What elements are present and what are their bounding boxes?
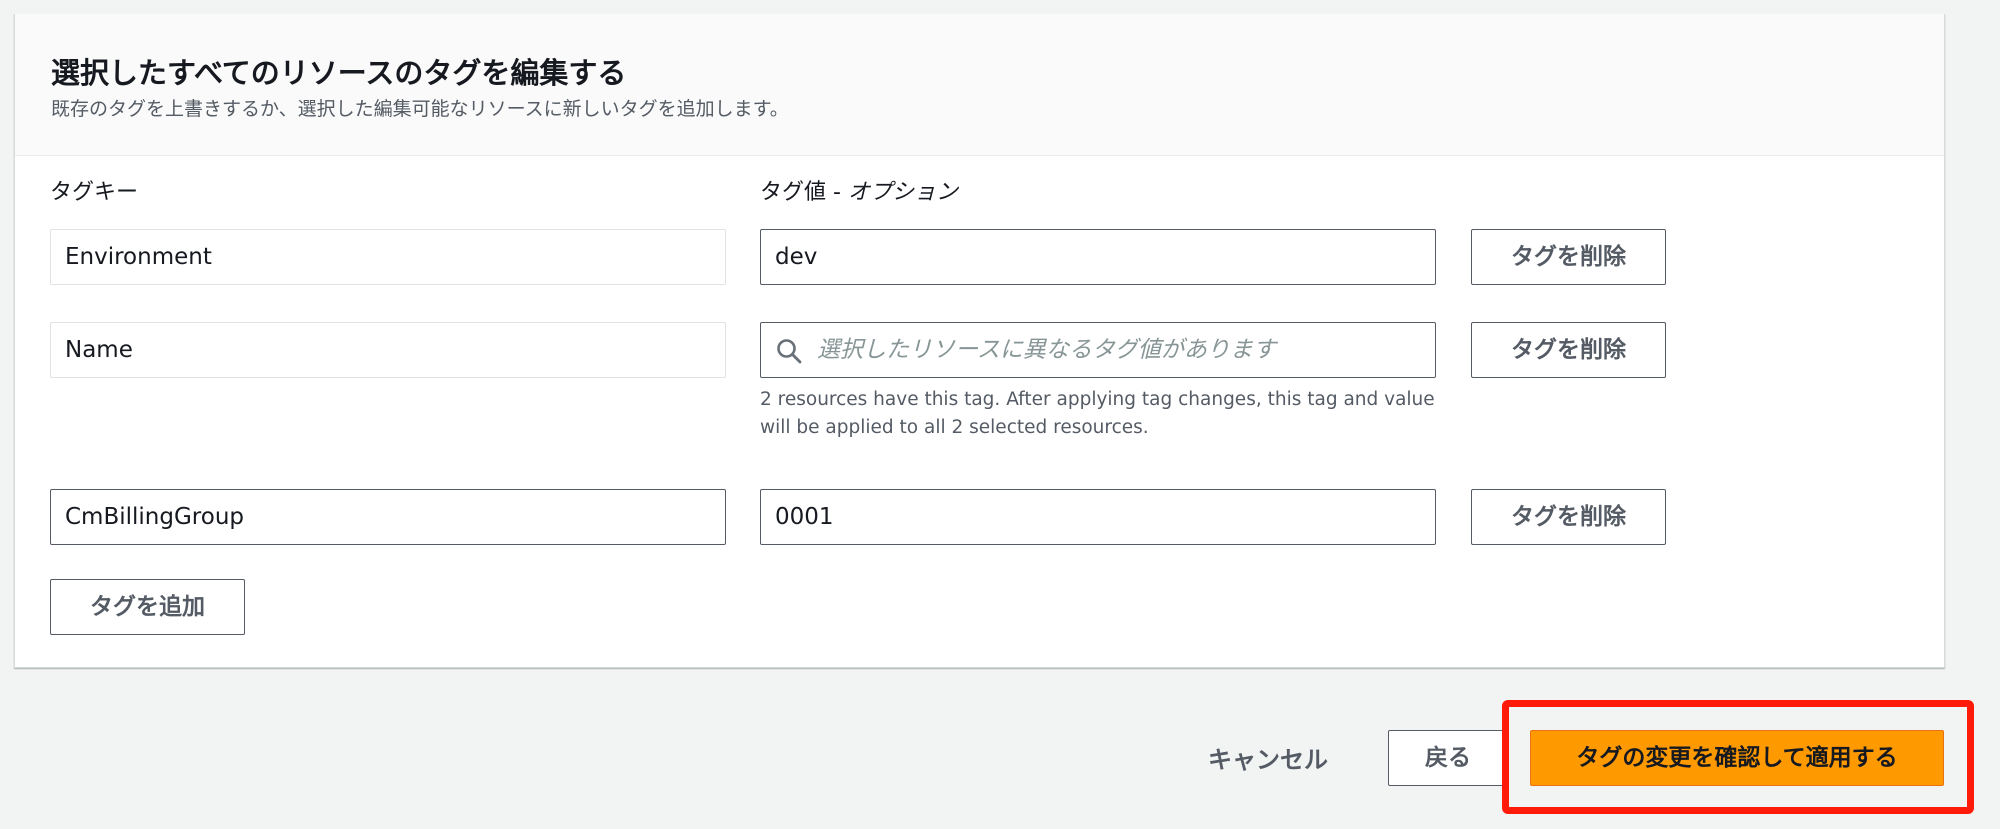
cancel-button[interactable]: キャンセル bbox=[1208, 740, 1328, 775]
tag-key-field[interactable]: Environment bbox=[50, 229, 726, 285]
search-icon bbox=[777, 339, 802, 364]
remove-tag-button[interactable]: タグを削除 bbox=[1471, 229, 1666, 285]
panel-header: 選択したすべてのリソースのタグを編集する 既存のタグを上書きするか、選択した編集… bbox=[15, 14, 1944, 156]
tag-value-optional-text: オプション bbox=[847, 180, 958, 205]
back-button[interactable]: 戻る bbox=[1388, 730, 1508, 786]
add-tag-button[interactable]: タグを追加 bbox=[50, 579, 245, 635]
remove-tag-button[interactable]: タグを削除 bbox=[1471, 489, 1666, 545]
tag-key-column-label: タグキー bbox=[50, 180, 139, 205]
tag-value-search-input[interactable]: 選択したリソースに異なるタグ値があります bbox=[760, 322, 1436, 378]
tag-value-column-label: タグ値 - オプション bbox=[760, 174, 958, 206]
panel-description: 既存のタグを上書きするか、選択した編集可能なリソースに新しいタグを追加します。 bbox=[51, 98, 789, 120]
tag-value-hint: 2 resources have this tag. After applyin… bbox=[760, 389, 1435, 438]
tag-key-field[interactable]: Name bbox=[50, 322, 726, 378]
tag-value-field[interactable]: 0001 bbox=[760, 489, 1436, 545]
tag-key-field[interactable]: CmBillingGroup bbox=[50, 489, 726, 545]
tag-value-field[interactable]: dev bbox=[760, 229, 1436, 285]
highlight-box bbox=[1502, 700, 1974, 814]
remove-tag-button[interactable]: タグを削除 bbox=[1471, 322, 1666, 378]
tag-value-placeholder: 選択したリソースに異なるタグ値があります bbox=[817, 337, 1276, 363]
panel-title: 選択したすべてのリソースのタグを編集する bbox=[51, 56, 627, 90]
tag-value-label-text: タグ値 - bbox=[760, 180, 848, 205]
